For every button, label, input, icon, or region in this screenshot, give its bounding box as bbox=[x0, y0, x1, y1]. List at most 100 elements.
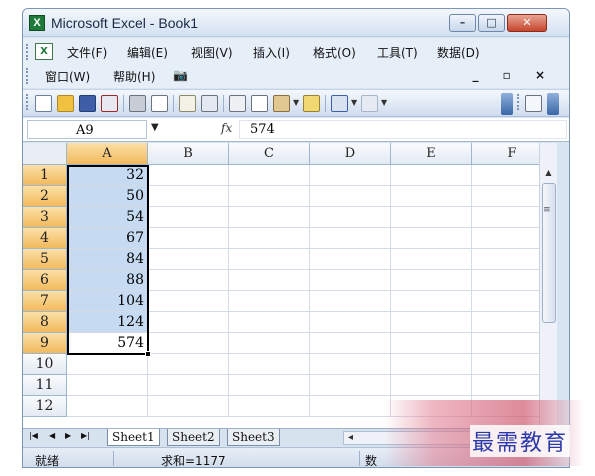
vertical-scrollbar[interactable]: ▲ ≡ bbox=[539, 143, 557, 428]
tab-sheet2[interactable]: Sheet2 bbox=[167, 429, 220, 446]
last-sheet-icon[interactable]: ▶| bbox=[81, 431, 90, 440]
cell[interactable] bbox=[148, 165, 229, 186]
cell[interactable] bbox=[310, 291, 391, 312]
cell[interactable] bbox=[229, 228, 310, 249]
cell[interactable] bbox=[391, 249, 472, 270]
cell[interactable] bbox=[310, 186, 391, 207]
scroll-up-icon[interactable]: ▲ bbox=[541, 165, 556, 181]
row-header[interactable]: 5 bbox=[23, 249, 67, 270]
cell[interactable] bbox=[391, 186, 472, 207]
cell-a3[interactable]: 54 bbox=[67, 207, 148, 228]
cell[interactable] bbox=[148, 354, 229, 375]
minimize-button[interactable]: – bbox=[449, 14, 476, 32]
camera-icon[interactable]: 📷 bbox=[173, 68, 188, 82]
cell[interactable] bbox=[148, 375, 229, 396]
formula-input[interactable]: 574 bbox=[239, 120, 567, 139]
save-icon[interactable] bbox=[79, 95, 96, 112]
cell[interactable] bbox=[67, 396, 148, 417]
cell-a8[interactable]: 124 bbox=[67, 312, 148, 333]
toolbar-options-icon-2[interactable] bbox=[547, 93, 559, 115]
cell[interactable] bbox=[148, 249, 229, 270]
cell[interactable] bbox=[391, 375, 472, 396]
tab-sheet1[interactable]: Sheet1 bbox=[107, 429, 160, 446]
cell-a1[interactable]: 32 bbox=[67, 165, 148, 186]
name-box-dropdown-icon[interactable]: ▼ bbox=[151, 122, 159, 133]
paste-icon[interactable] bbox=[273, 95, 290, 112]
menu-insert[interactable]: 插入(I) bbox=[253, 44, 290, 61]
first-sheet-icon[interactable]: |◀ bbox=[29, 431, 38, 440]
cell[interactable] bbox=[391, 333, 472, 354]
cell[interactable] bbox=[229, 354, 310, 375]
cell[interactable] bbox=[148, 186, 229, 207]
tab-sheet3[interactable]: Sheet3 bbox=[227, 429, 280, 446]
cell[interactable] bbox=[229, 333, 310, 354]
prev-sheet-icon[interactable]: ◀ bbox=[49, 431, 55, 440]
row-header[interactable]: 1 bbox=[23, 165, 67, 186]
menu-grip-handle[interactable] bbox=[26, 44, 29, 60]
workbook-icon[interactable]: X bbox=[35, 43, 53, 60]
insert-function-icon[interactable]: fx bbox=[221, 121, 232, 135]
cell[interactable] bbox=[148, 270, 229, 291]
column-header-d[interactable]: D bbox=[310, 143, 391, 165]
permission-icon[interactable] bbox=[101, 95, 118, 112]
name-box[interactable]: A9 bbox=[27, 120, 147, 139]
menu-edit[interactable]: 编辑(E) bbox=[127, 44, 168, 61]
cell[interactable] bbox=[310, 249, 391, 270]
row-header[interactable]: 11 bbox=[23, 375, 67, 396]
scroll-left-icon[interactable]: ◂ bbox=[348, 432, 353, 444]
cell[interactable] bbox=[229, 186, 310, 207]
format-painter-icon[interactable] bbox=[303, 95, 320, 112]
menu-data[interactable]: 数据(D) bbox=[437, 44, 480, 61]
cell[interactable] bbox=[310, 270, 391, 291]
cell[interactable] bbox=[148, 312, 229, 333]
cell[interactable] bbox=[229, 207, 310, 228]
print-icon[interactable] bbox=[129, 95, 146, 112]
cell-a6[interactable]: 88 bbox=[67, 270, 148, 291]
redo-icon[interactable] bbox=[361, 95, 378, 112]
cell-a5[interactable]: 84 bbox=[67, 249, 148, 270]
cell[interactable] bbox=[67, 354, 148, 375]
cell[interactable] bbox=[391, 207, 472, 228]
vertical-scroll-thumb[interactable] bbox=[542, 183, 556, 323]
cell[interactable] bbox=[229, 396, 310, 417]
toolbar-grip-handle-2[interactable] bbox=[517, 94, 520, 110]
cell[interactable] bbox=[391, 354, 472, 375]
cell[interactable] bbox=[310, 354, 391, 375]
cell[interactable] bbox=[229, 165, 310, 186]
cell[interactable] bbox=[310, 312, 391, 333]
row-header[interactable]: 6 bbox=[23, 270, 67, 291]
undo-icon[interactable] bbox=[331, 95, 348, 112]
cell[interactable] bbox=[310, 375, 391, 396]
paste-dropdown-arrow[interactable]: ▼ bbox=[293, 98, 299, 107]
cell[interactable] bbox=[310, 396, 391, 417]
row-header[interactable]: 4 bbox=[23, 228, 67, 249]
maximize-button[interactable]: □ bbox=[478, 14, 505, 32]
cell[interactable] bbox=[229, 291, 310, 312]
menu-grip-handle-2[interactable] bbox=[26, 68, 29, 84]
title-bar[interactable]: X Microsoft Excel - Book1 – □ ✕ bbox=[23, 9, 569, 37]
column-header-a[interactable]: A bbox=[67, 143, 148, 165]
cell[interactable] bbox=[229, 375, 310, 396]
cell[interactable] bbox=[391, 228, 472, 249]
cell[interactable] bbox=[229, 249, 310, 270]
menu-file[interactable]: 文件(F) bbox=[67, 44, 107, 61]
excel-app-icon[interactable]: X bbox=[29, 15, 45, 31]
cell-a9[interactable]: 574 bbox=[67, 333, 148, 354]
cell[interactable] bbox=[310, 333, 391, 354]
column-header-c[interactable]: C bbox=[229, 143, 310, 165]
open-icon[interactable] bbox=[57, 95, 74, 112]
align-icon[interactable] bbox=[525, 95, 542, 112]
cell[interactable] bbox=[391, 165, 472, 186]
menu-tools[interactable]: 工具(T) bbox=[377, 44, 418, 61]
close-button[interactable]: ✕ bbox=[507, 14, 547, 32]
spelling-icon[interactable] bbox=[179, 95, 196, 112]
cell[interactable] bbox=[148, 396, 229, 417]
select-all-corner[interactable] bbox=[23, 143, 67, 165]
research-icon[interactable] bbox=[201, 95, 218, 112]
new-icon[interactable] bbox=[35, 95, 52, 112]
cell[interactable] bbox=[148, 207, 229, 228]
cell[interactable] bbox=[67, 375, 148, 396]
fill-handle[interactable] bbox=[145, 351, 151, 357]
cell[interactable] bbox=[229, 270, 310, 291]
copy-icon[interactable] bbox=[251, 95, 268, 112]
